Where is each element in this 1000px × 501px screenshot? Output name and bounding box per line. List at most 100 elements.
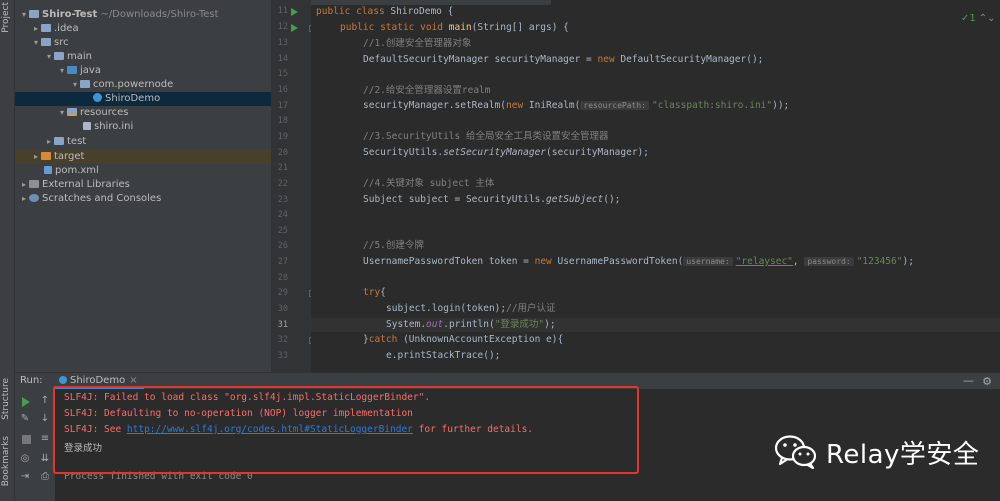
- line-number: 26: [277, 241, 288, 251]
- tree-item-scratches[interactable]: ▸ Scratches and Consoles: [15, 192, 271, 206]
- tree-item-pom-xml[interactable]: pom.xml: [15, 164, 271, 178]
- folder-icon: [54, 137, 64, 145]
- java-class-icon: [93, 93, 102, 102]
- code-line-12: public static void main(String[] args) {: [340, 22, 569, 33]
- tree-item-resources[interactable]: ▾ resources: [15, 106, 271, 120]
- code-line-29: try{: [363, 287, 386, 298]
- run-class-icon[interactable]: [291, 8, 298, 16]
- line-number: 14: [277, 54, 288, 64]
- parameter-hint: password:: [804, 257, 854, 266]
- tree-item-main[interactable]: ▾ main: [15, 50, 271, 64]
- line-number: 21: [277, 163, 288, 173]
- tree-item-src[interactable]: ▾ src: [15, 36, 271, 50]
- line-number: 23: [277, 195, 288, 205]
- gear-icon[interactable]: ⚙: [982, 375, 992, 388]
- rerun-icon[interactable]: [22, 397, 30, 407]
- tree-item-shirodemo[interactable]: ShiroDemo: [15, 92, 271, 106]
- editor-tab-strip[interactable]: [311, 0, 551, 5]
- maven-file-icon: [44, 166, 52, 174]
- run-main-icon[interactable]: [291, 24, 298, 32]
- left-tool-strip: Project Structure Bookmarks: [0, 0, 15, 501]
- chevron-down-icon[interactable]: ▾: [19, 8, 29, 22]
- line-number: 13: [277, 38, 288, 48]
- parameter-hint: resourcePath:: [580, 101, 649, 110]
- code-line-30: subject.login(token);//用户认证: [386, 303, 556, 314]
- line-number-current: 31: [277, 320, 288, 330]
- line-number: 27: [277, 257, 288, 267]
- line-number: 12: [277, 22, 288, 32]
- chevron-right-icon[interactable]: ▸: [19, 192, 29, 206]
- chevron-down-icon[interactable]: ▾: [44, 50, 54, 64]
- stop-icon[interactable]: [22, 435, 31, 444]
- line-number: 33: [277, 351, 288, 361]
- line-number: 17: [277, 101, 288, 111]
- tree-item-com-powernode[interactable]: ▾ com.powernode: [15, 78, 271, 92]
- resources-folder-icon: [67, 108, 77, 116]
- line-number: 25: [277, 226, 288, 236]
- chevron-right-icon[interactable]: ▸: [44, 135, 54, 149]
- chevron-down-icon[interactable]: ▾: [57, 64, 67, 78]
- inspection-widget[interactable]: ✓1 ⌃⌄: [961, 13, 996, 24]
- code-line-23: Subject subject = SecurityUtils.getSubje…: [363, 194, 621, 205]
- folder-icon: [54, 52, 64, 60]
- code-line-14: DefaultSecurityManager securityManager =…: [363, 54, 764, 65]
- library-icon: [29, 180, 39, 188]
- code-editor[interactable]: public class ShiroDemo { public static v…: [311, 0, 1000, 372]
- run-label: Run:: [20, 375, 43, 386]
- code-line-17: securityManager.setRealm(new IniRealm(re…: [363, 100, 790, 111]
- exit-icon[interactable]: ⇥: [19, 471, 31, 483]
- line-number: 20: [277, 148, 288, 158]
- ini-file-icon: [83, 122, 91, 130]
- code-comment: //5.创建令牌: [363, 240, 424, 251]
- arrow-down-icon[interactable]: ↓: [39, 413, 51, 425]
- code-line-27: UsernamePasswordToken token = new Userna…: [363, 256, 914, 267]
- line-number: 15: [277, 69, 288, 79]
- tree-item-idea[interactable]: ▸ .idea: [15, 22, 271, 36]
- tree-item-shiro-test[interactable]: ▾ Shiro-Test ~/Downloads/Shiro-Test: [15, 8, 271, 22]
- chevron-down-icon[interactable]: ▾: [70, 78, 80, 92]
- camera-icon[interactable]: ◎: [19, 453, 31, 465]
- code-comment: //3.SecurityUtils 给全局安全工具类设置安全管理器: [363, 131, 609, 142]
- wechat-icon: [774, 435, 817, 470]
- code-line-31: System.out.println("登录成功");: [311, 318, 1000, 332]
- navigate-arrows-icon[interactable]: ⌃⌄: [979, 13, 996, 24]
- bookmarks-tool-tab[interactable]: Bookmarks: [1, 436, 11, 486]
- line-number: 18: [277, 116, 288, 126]
- soft-wrap-icon[interactable]: ≡: [39, 433, 51, 445]
- tree-item-target[interactable]: ▸ target: [15, 150, 271, 164]
- tree-item-shiro-ini[interactable]: shiro.ini: [15, 120, 271, 134]
- arrow-up-icon[interactable]: ↑: [39, 395, 51, 407]
- tree-item-java[interactable]: ▾ java: [15, 64, 271, 78]
- close-icon[interactable]: ×: [129, 375, 137, 386]
- chevron-right-icon[interactable]: ▸: [19, 178, 29, 192]
- line-number: 24: [277, 210, 288, 220]
- chevron-down-icon[interactable]: ▾: [57, 106, 67, 120]
- structure-tool-tab[interactable]: Structure: [1, 378, 11, 420]
- tree-item-test[interactable]: ▸ test: [15, 135, 271, 149]
- excluded-folder-icon: [41, 152, 51, 160]
- project-tool-tab[interactable]: Project: [1, 2, 11, 33]
- source-folder-icon: [67, 66, 77, 74]
- print-icon[interactable]: ⎙: [39, 471, 51, 483]
- java-class-icon: [59, 376, 67, 384]
- chevron-down-icon[interactable]: ▾: [31, 36, 41, 50]
- code-line-11: public class ShiroDemo {: [316, 6, 454, 17]
- line-number: 30: [277, 304, 288, 314]
- code-line-32: }catch (UnknownAccountException e){: [363, 334, 564, 345]
- editor-gutter[interactable]: 11 12 13 14 15 16 17 18 19 20 21 22 23 2…: [271, 0, 316, 372]
- scroll-to-end-icon[interactable]: ⇊: [39, 453, 51, 465]
- project-tree-panel: ▾ Shiro-Test ~/Downloads/Shiro-Test ▸ .ide…: [15, 0, 271, 372]
- code-comment: //4.关键对象 subject 主体: [363, 178, 495, 189]
- line-number: 22: [277, 179, 288, 189]
- folder-icon: [29, 10, 39, 18]
- code-line-33: e.printStackTrace();: [386, 350, 501, 361]
- wrench-icon[interactable]: ✎: [19, 413, 31, 425]
- line-number: 32: [277, 335, 288, 345]
- chevron-right-icon[interactable]: ▸: [31, 150, 41, 164]
- chevron-right-icon[interactable]: ▸: [31, 22, 41, 36]
- scratch-icon: [29, 194, 39, 202]
- highlight-box: [53, 386, 639, 474]
- minimize-icon[interactable]: —: [963, 374, 974, 387]
- code-line-20: SecurityUtils.setSecurityManager(securit…: [363, 147, 649, 158]
- tree-item-external-libraries[interactable]: ▸ External Libraries: [15, 178, 271, 192]
